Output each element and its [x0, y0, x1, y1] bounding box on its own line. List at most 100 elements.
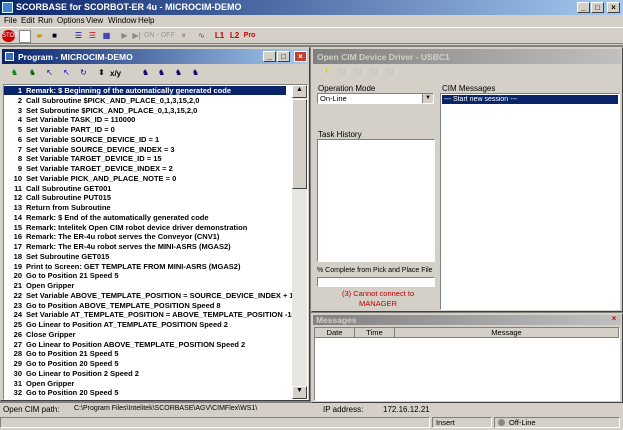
program-line[interactable]: 26 Close Gripper [4, 330, 286, 339]
scroll-up-icon[interactable]: ▲ [292, 85, 307, 98]
error-message-2: MANAGER [359, 299, 397, 308]
cim-save-icon[interactable]: □ [368, 66, 381, 78]
move-icon[interactable]: ⬍ [95, 67, 108, 79]
program-line[interactable]: 19 Print to Screen: GET TEMPLATE FROM MIN… [4, 262, 286, 271]
on-off-toggle[interactable]: ON - OFF [144, 32, 175, 39]
program-line[interactable]: 20 Go to Position 21 Speed 5 [4, 271, 286, 280]
menu-help[interactable]: Help [138, 16, 154, 25]
menu-view[interactable]: View [86, 16, 103, 25]
program-line[interactable]: 28 Go to Position 21 Speed 5 [4, 349, 286, 358]
program-line[interactable]: 10 Set Variable PICK_AND_PLACE_NOTE = 0 [4, 174, 286, 183]
menu-options[interactable]: Options [57, 16, 85, 25]
table-icon[interactable]: ▦ [100, 30, 113, 42]
line-text: Set Variable TARGET_DEVICE_INDEX = 2 [26, 164, 173, 173]
menu-run[interactable]: Run [38, 16, 53, 25]
program-line[interactable]: 4 Set Variable TASK_ID = 110000 [4, 115, 286, 124]
cim-open-icon[interactable]: □ [352, 66, 365, 78]
robot-move-icon[interactable]: ♞ [139, 67, 152, 79]
program-line[interactable]: 15 Remark: Intelitek Open CIM robot devic… [4, 223, 286, 232]
col-time[interactable]: Time [355, 328, 395, 338]
rotate-icon[interactable]: ↻ [77, 67, 90, 79]
col-message[interactable]: Message [395, 328, 619, 338]
arrow-left-icon[interactable]: ↖ [43, 67, 56, 79]
program-line[interactable]: 12 Call Subroutine PUT015 [4, 193, 286, 202]
program-line[interactable]: 7 Set Variable SOURCE_DEVICE_INDEX = 3 [4, 145, 286, 154]
cim-print-icon[interactable]: □ [384, 66, 397, 78]
line-number: 24 [13, 310, 22, 320]
program-line[interactable]: 11 Call Subroutine GET001 [4, 184, 286, 193]
arrow-up-icon[interactable]: ↖ [60, 67, 73, 79]
cim-message-item[interactable]: --- Start new session --- [442, 95, 618, 104]
program-close-button[interactable]: × [294, 51, 307, 62]
program-line[interactable]: 6 Set Variable SOURCE_DEVICE_ID = 1 [4, 135, 286, 144]
program-line[interactable]: 2 Call Subroutine $PICK_AND_PLACE_0,1,3,1… [4, 96, 286, 105]
wave-icon[interactable]: ∿ [195, 30, 208, 42]
robot-move2-icon[interactable]: ♞ [155, 67, 168, 79]
close-button[interactable]: × [607, 2, 620, 13]
program-line[interactable]: 24 Set Variable AT_TEMPLATE_POSITION = AB… [4, 310, 296, 320]
chevron-down-icon[interactable]: ▼ [422, 94, 433, 103]
program-scrollbar[interactable]: ▲ ▼ [292, 85, 307, 399]
stop-icon[interactable]: STOP [2, 30, 18, 42]
line-text: Set Variable SOURCE_DEVICE_ID = 1 [26, 134, 160, 144]
program-line[interactable]: 16 Remark: The ER-4u robot serves the Con… [4, 232, 286, 241]
task-history-list[interactable] [317, 139, 435, 262]
cim-new-icon[interactable]: □ [336, 66, 349, 78]
step-icon[interactable]: ▶| [130, 30, 143, 42]
program-line[interactable]: 25 Go Linear to Position AT_TEMPLATE_POSI… [4, 320, 286, 329]
menu-file[interactable]: File [4, 16, 17, 25]
program-list[interactable]: 1 Remark: $ Beginning of the automaticall… [3, 84, 308, 400]
program-line[interactable]: 8 Set Variable TARGET_DEVICE_ID = 15 [4, 154, 286, 163]
new-file-icon[interactable] [19, 30, 31, 43]
program-line[interactable]: 1 Remark: $ Beginning of the automaticall… [4, 86, 286, 96]
menu-edit[interactable]: Edit [21, 16, 35, 25]
pause-icon[interactable]: ⏸ [177, 30, 190, 42]
program-line[interactable]: 9 Set Variable TARGET_DEVICE_INDEX = 2 [4, 164, 286, 173]
messages-close-icon[interactable]: × [609, 315, 619, 324]
program-line[interactable]: 5 Set Variable PART_ID = 0 [4, 125, 286, 134]
program-line[interactable]: 3 Set Subroutine $PICK_AND_PLACE_0,1,3,15… [4, 106, 286, 115]
maximize-button[interactable]: □ [591, 2, 604, 13]
scroll-down-icon[interactable]: ▼ [292, 386, 307, 399]
program-line[interactable]: 21 Open Gripper [4, 281, 286, 290]
program-line[interactable]: 23 Go to Position ABOVE_TEMPLATE_POSITION… [4, 301, 286, 310]
robot-axis-icon[interactable]: ♞ [26, 67, 39, 79]
xy-button[interactable]: x/y [110, 69, 121, 78]
robot-icon[interactable]: ♞ [8, 67, 21, 79]
line-text: Set Subroutine $PICK_AND_PLACE_0,1,3,15,… [26, 105, 198, 115]
program-maximize-button[interactable]: □ [277, 51, 290, 62]
level1-icon[interactable]: L1 [213, 30, 226, 42]
line-text: Call Subroutine PUT015 [26, 193, 112, 203]
operation-mode-select[interactable]: On-Line ▼ [317, 93, 434, 104]
line-number: 11 [14, 183, 22, 193]
menu-window[interactable]: Window [108, 16, 136, 25]
line-text: Remark: The ER-4u robot serves the MINI-… [26, 242, 231, 251]
program-line[interactable]: 31 Open Gripper [4, 379, 286, 388]
program-line[interactable]: 32 Go to Position 20 Speed 5 [4, 388, 286, 397]
robot-teach-icon[interactable]: ♞ [172, 67, 185, 79]
program-line[interactable]: 14 Remark: $ End of the automatically gen… [4, 213, 286, 222]
program-line[interactable]: 30 Go Linear to Position 2 Speed 2 [4, 369, 286, 378]
minimize-button[interactable]: _ [577, 2, 590, 13]
scroll-thumb[interactable] [292, 99, 307, 189]
program-line[interactable]: 22 Set Variable ABOVE_TEMPLATE_POSITION =… [4, 291, 298, 300]
line-number: 15 [13, 222, 22, 232]
pro-icon[interactable]: Pro [243, 30, 256, 42]
program-line[interactable]: 17 Remark: The ER-4u robot serves the MIN… [4, 242, 286, 251]
complete-label: % Complete from Pick and Place File [317, 267, 433, 274]
robot-record-icon[interactable]: ♞ [189, 67, 202, 79]
level2-icon[interactable]: L2 [228, 30, 241, 42]
list-icon[interactable]: ☰ [72, 30, 85, 42]
warning-icon[interactable]: ! [320, 66, 333, 78]
open-folder-icon[interactable]: ▰ [33, 30, 46, 42]
program-line[interactable]: 29 Go to Position 20 Speed 5 [4, 359, 286, 368]
program-line[interactable]: 18 Set Subroutine GET015 [4, 252, 286, 261]
cim-messages-list[interactable]: --- Start new session --- [440, 93, 620, 310]
col-date[interactable]: Date [315, 328, 355, 338]
program-line[interactable]: 27 Go Linear to Position ABOVE_TEMPLATE_P… [4, 340, 286, 349]
program-minimize-button[interactable]: _ [263, 51, 276, 62]
list-red-icon[interactable]: ☰ [86, 30, 99, 42]
messages-table[interactable]: Date Time Message [314, 327, 620, 401]
save-icon[interactable]: ■ [48, 30, 61, 42]
program-line[interactable]: 13 Return from Subroutine [4, 203, 286, 212]
